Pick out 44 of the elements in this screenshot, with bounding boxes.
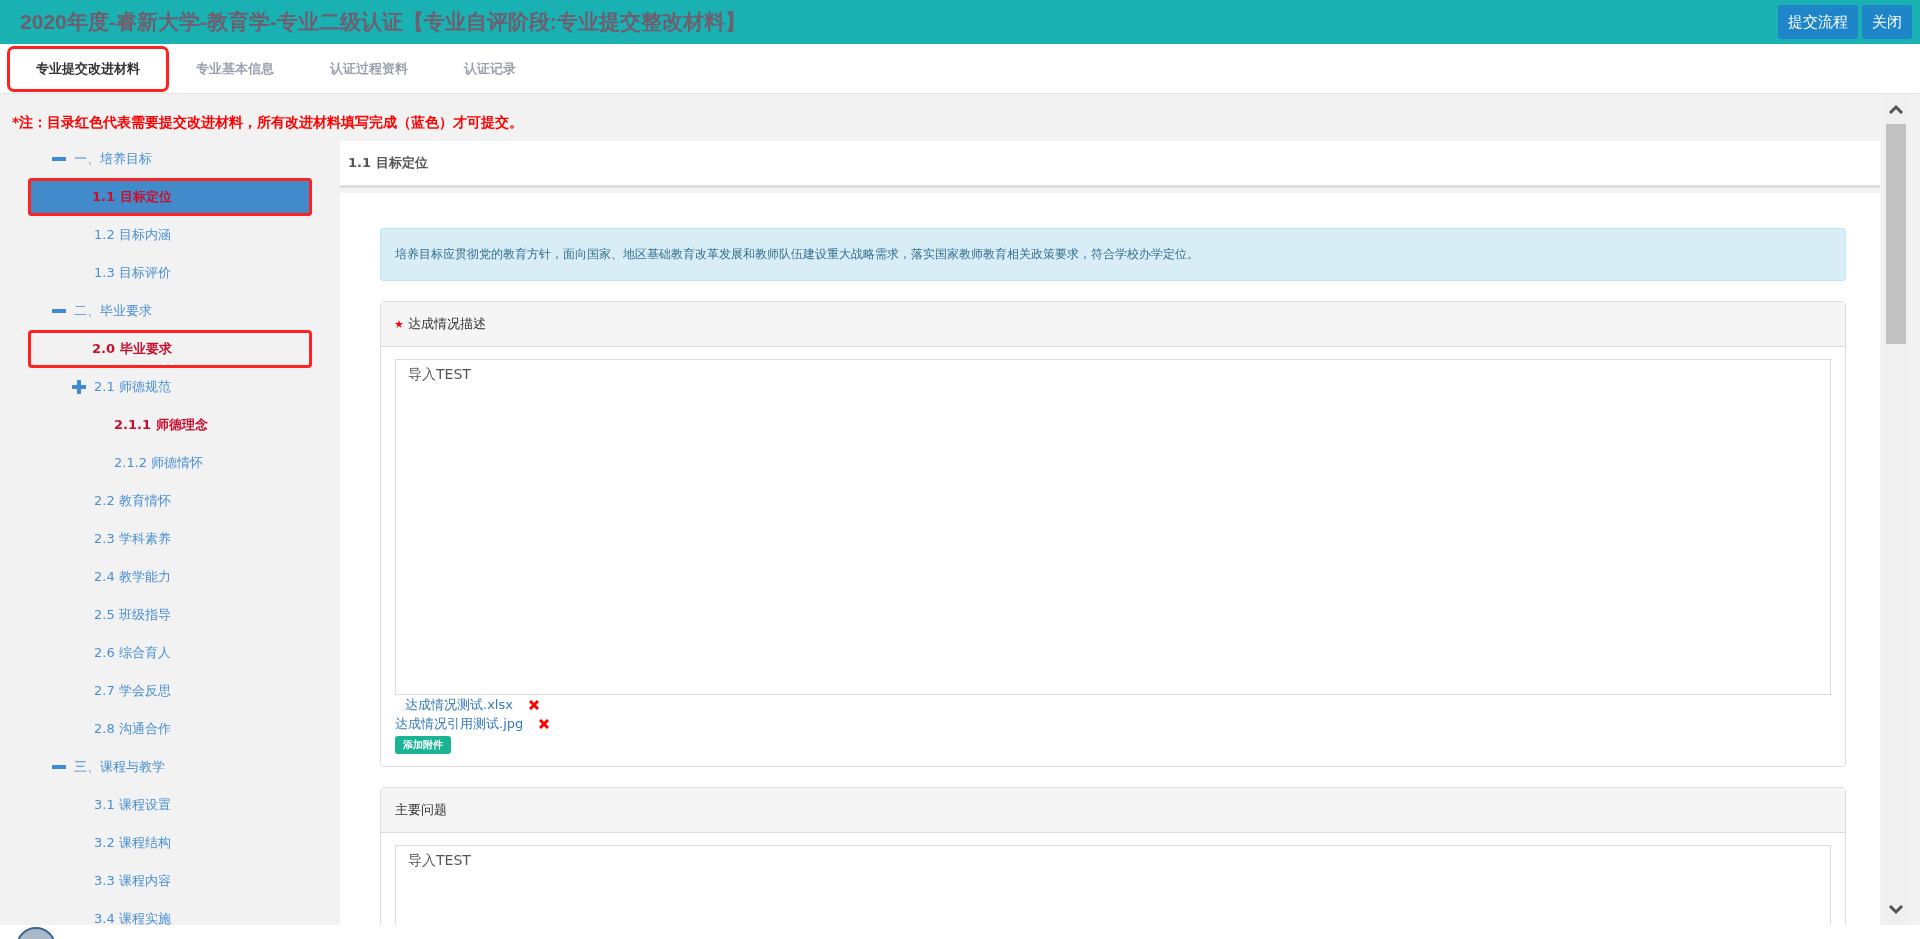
info-alert: 培养目标应贯彻党的教育方针，面向国家、地区基础教育改革发展和教师队伍建设重大战略需求，落实国家教师教育相关政策要求，符合学校办学定位。 (380, 228, 1846, 281)
scroll-down-icon[interactable] (1888, 905, 1904, 915)
text-area[interactable]: 导入TEST (395, 845, 1831, 925)
tree-item[interactable]: 2.4 教学能力 (8, 558, 280, 596)
tree-item[interactable]: 2.5 班级指导 (8, 596, 280, 634)
scroll-thumb[interactable] (1886, 124, 1906, 344)
panel-title: 主要问题 (395, 801, 447, 819)
plus-icon[interactable] (72, 380, 86, 394)
tree-item[interactable]: 2.2 教育情怀 (8, 482, 280, 520)
add-attachment-button[interactable]: 添加附件 (395, 736, 451, 754)
delete-icon[interactable] (539, 718, 550, 729)
tree-item[interactable]: 2.8 沟通合作 (8, 710, 280, 748)
text-area[interactable]: 导入TEST (395, 359, 1831, 695)
section-title: 1.1 目标定位 (348, 154, 428, 172)
tree-item[interactable]: 2.1 师德规范 (8, 368, 280, 406)
tree-item[interactable]: 3.1 课程设置 (8, 786, 280, 824)
notice-text: *注：目录红色代表需要提交改进材料，所有改进材料填写完成（蓝色）才可提交。 (11, 113, 525, 132)
panel-title: 达成情况描述 (408, 315, 486, 333)
tab[interactable]: 认证记录 (438, 49, 542, 89)
tree-item[interactable]: 2.1.2 师德情怀 (8, 444, 280, 482)
tree-item[interactable]: 2.0 毕业要求 (28, 330, 312, 368)
tree-item[interactable]: 1.1 目标定位 (28, 178, 312, 216)
tree-item[interactable]: 3.3 课程内容 (8, 862, 280, 900)
tree-item[interactable]: 3.4 课程实施 (8, 900, 280, 925)
tree-item[interactable]: 1.2 目标内涵 (8, 216, 280, 254)
tree-item[interactable]: 1.3 目标评价 (8, 254, 280, 292)
tree-item[interactable]: 二、毕业要求 (8, 292, 280, 330)
tab[interactable]: 专业提交改进材料 (10, 49, 166, 89)
header-button[interactable]: 提交流程 (1778, 5, 1858, 39)
tree-item[interactable]: 一、培养目标 (8, 140, 280, 178)
delete-icon[interactable] (528, 699, 539, 710)
tree-item[interactable]: 2.6 综合育人 (8, 634, 280, 672)
tree-item[interactable]: 三、课程与教学 (8, 748, 280, 786)
attachment-link[interactable]: 达成情况测试.xlsx (405, 695, 513, 714)
header-button[interactable]: 关闭 (1862, 5, 1912, 39)
scroll-up-icon[interactable] (1888, 104, 1904, 114)
tree-item[interactable]: 2.1.1 师德理念 (8, 406, 280, 444)
attachment-link[interactable]: 达成情况引用测试.jpg (395, 714, 524, 733)
tree-item[interactable]: 3.2 课程结构 (8, 824, 280, 862)
tab[interactable]: 专业基本信息 (170, 49, 300, 89)
tree-item[interactable]: 2.7 学会反思 (8, 672, 280, 710)
tree-item[interactable]: 2.3 学科素养 (8, 520, 280, 558)
page-title: 2020年度-睿新大学-教育学-专业二级认证【专业自评阶段:专业提交整改材料】 (20, 9, 746, 35)
tab[interactable]: 认证过程资料 (304, 49, 434, 89)
